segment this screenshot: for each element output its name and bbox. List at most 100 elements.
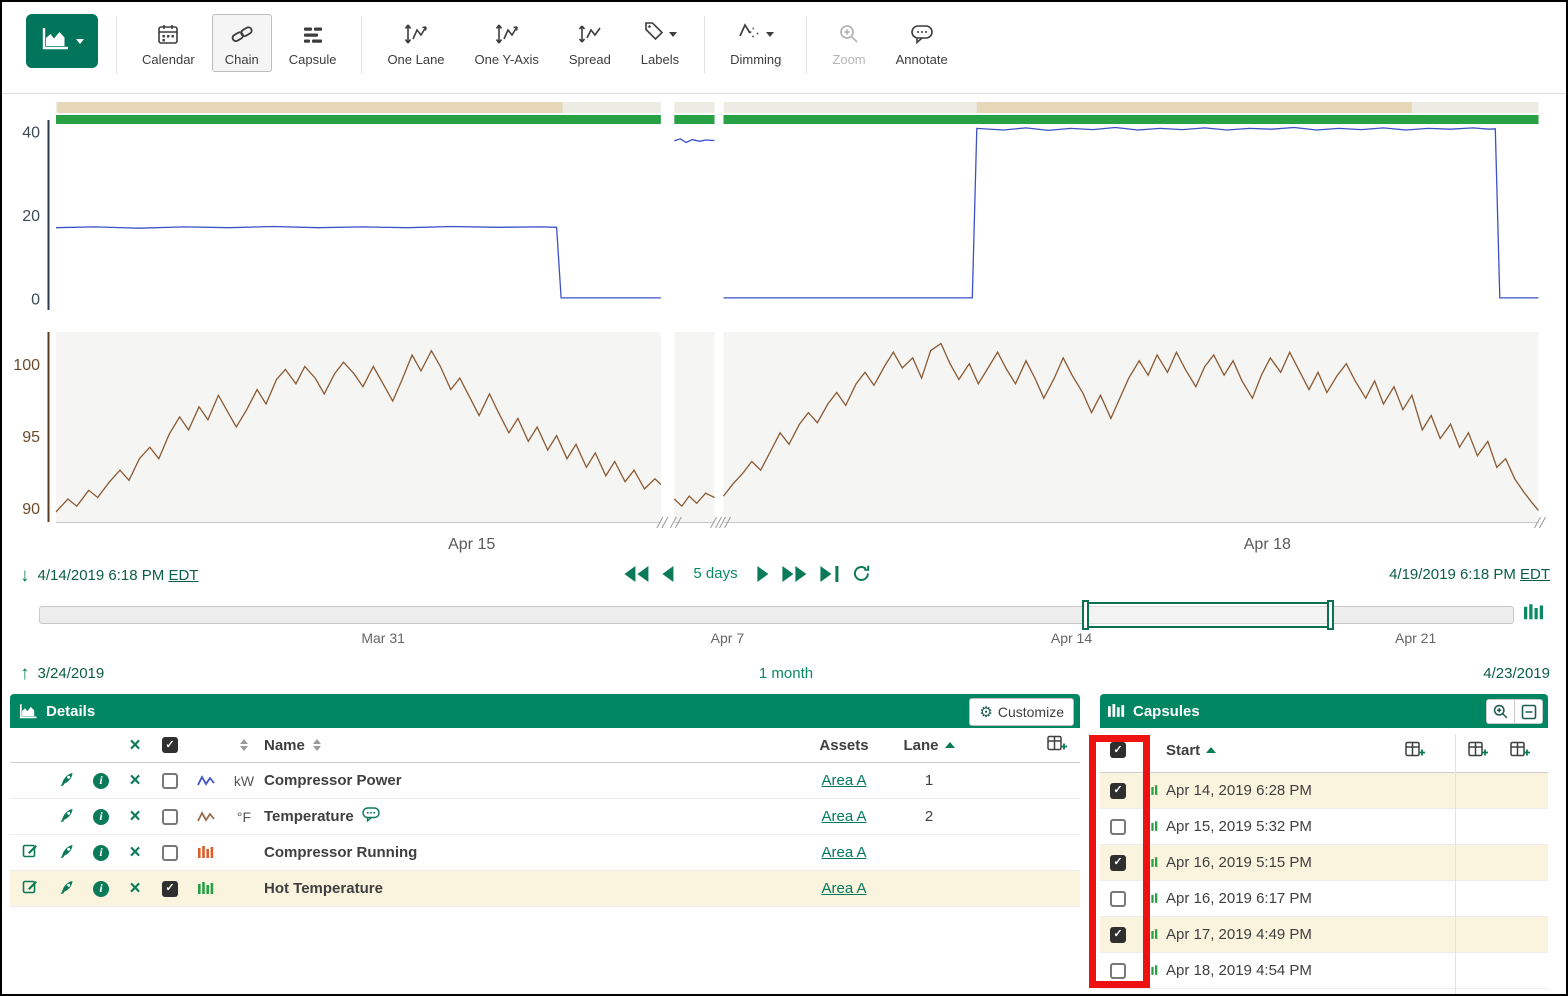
- zoom-to-capsule-button[interactable]: [1487, 700, 1514, 723]
- name-column-header[interactable]: Name: [264, 737, 305, 754]
- annotate-button[interactable]: Annotate: [883, 14, 961, 72]
- sort-name-icon[interactable]: [313, 739, 321, 751]
- range-start-arrow-icon[interactable]: ↓: [20, 566, 30, 585]
- row-checkbox[interactable]: [162, 809, 178, 825]
- info-icon[interactable]: i: [93, 809, 109, 825]
- condition-icon: [188, 882, 224, 896]
- step-forward-half-button[interactable]: [758, 566, 769, 582]
- remove-icon[interactable]: ×: [129, 771, 140, 790]
- row-checkbox[interactable]: [162, 773, 178, 789]
- add-column-icon[interactable]: [1047, 734, 1068, 757]
- asset-link[interactable]: Area A: [821, 880, 866, 897]
- capsule-row[interactable]: Apr 17, 2019 4:49 PM: [1100, 917, 1548, 953]
- capsule-row[interactable]: Apr 16, 2019 5:15 PM: [1100, 845, 1548, 881]
- capsule-checkbox[interactable]: [1110, 819, 1126, 835]
- item-name[interactable]: Compressor Running: [264, 844, 417, 861]
- labels-button[interactable]: Labels: [628, 14, 692, 72]
- table-row-compressor-running[interactable]: i × Compressor Running Area A: [10, 835, 1080, 871]
- start-column-header[interactable]: Start: [1166, 742, 1200, 759]
- select-all-capsules-checkbox[interactable]: [1110, 742, 1126, 758]
- capsule-checkbox[interactable]: [1110, 891, 1126, 907]
- step-forward-full-button[interactable]: [783, 566, 807, 582]
- chain-button[interactable]: Chain: [212, 14, 272, 72]
- edit-icon[interactable]: [22, 878, 39, 899]
- sort-type-icon[interactable]: [240, 739, 248, 751]
- rocket-icon[interactable]: [59, 879, 75, 899]
- calendar-button[interactable]: Calendar: [129, 14, 208, 72]
- capsule-checkbox[interactable]: [1110, 783, 1126, 799]
- timeline-selection-window[interactable]: [1085, 602, 1331, 628]
- capsule-checkbox[interactable]: [1110, 927, 1126, 943]
- info-icon[interactable]: i: [93, 881, 109, 897]
- auto-update-refresh-icon[interactable]: [853, 565, 872, 582]
- zoom-in-icon: [838, 21, 860, 45]
- investigate-end-date[interactable]: 4/23/2019: [1483, 665, 1550, 682]
- customize-button[interactable]: ⚙ Customize: [969, 698, 1074, 726]
- lane-column-header[interactable]: Lane: [903, 737, 938, 754]
- asset-link[interactable]: Area A: [821, 844, 866, 861]
- comment-bubble-icon[interactable]: [362, 807, 381, 826]
- info-icon[interactable]: i: [93, 845, 109, 861]
- end-timezone-link[interactable]: EDT: [1520, 566, 1550, 583]
- item-name[interactable]: Hot Temperature: [264, 880, 383, 897]
- select-all-checkbox[interactable]: [162, 737, 178, 753]
- chevron-down-icon: [766, 32, 774, 37]
- rocket-icon[interactable]: [59, 843, 75, 863]
- dimming-button[interactable]: Dimming: [717, 14, 794, 72]
- toolbar-separator: [116, 16, 117, 74]
- dimming-icon: [738, 20, 762, 45]
- zoom-button[interactable]: Zoom: [819, 14, 878, 72]
- step-to-now-button[interactable]: [821, 566, 839, 582]
- capsule-row[interactable]: Apr 16, 2019 6:17 PM: [1100, 881, 1548, 917]
- tag-icon: [643, 20, 665, 45]
- step-back-full-button[interactable]: [624, 566, 648, 582]
- row-checkbox[interactable]: [162, 845, 178, 861]
- one-y-axis-button[interactable]: One Y-Axis: [462, 14, 552, 72]
- remove-all-icon[interactable]: ×: [129, 736, 140, 755]
- display-range-end[interactable]: 4/19/2019 6:18 PM EDT: [1389, 566, 1550, 583]
- add-stat-column-icon[interactable]: [1468, 740, 1489, 764]
- remove-icon[interactable]: ×: [129, 843, 140, 862]
- sort-ascending-icon: [1206, 747, 1216, 753]
- display-range-start[interactable]: 4/14/2019 6:18 PM EDT: [38, 567, 199, 584]
- add-column-icon[interactable]: [1405, 740, 1426, 764]
- spread-button[interactable]: Spread: [556, 14, 624, 72]
- one-lane-button[interactable]: One Lane: [374, 14, 457, 72]
- asset-link[interactable]: Area A: [821, 808, 866, 825]
- row-checkbox[interactable]: [162, 881, 178, 897]
- investigate-duration[interactable]: 1 month: [2, 665, 1568, 682]
- svg-text:95: 95: [22, 429, 40, 446]
- collapse-panel-button[interactable]: [1514, 700, 1542, 723]
- one-y-axis-icon: [494, 21, 520, 45]
- toolbar-separator: [806, 16, 807, 74]
- remove-icon[interactable]: ×: [129, 879, 140, 898]
- view-selector-button[interactable]: [26, 14, 98, 68]
- info-icon[interactable]: i: [93, 773, 109, 789]
- rocket-icon[interactable]: [59, 807, 75, 827]
- capsule-row[interactable]: Apr 14, 2019 6:28 PM: [1100, 773, 1548, 809]
- capsule-row[interactable]: Apr 18, 2019 4:54 PM: [1100, 953, 1548, 989]
- rocket-icon[interactable]: [59, 771, 75, 791]
- capsule-checkbox[interactable]: [1110, 963, 1126, 979]
- item-name[interactable]: Compressor Power: [264, 772, 402, 789]
- item-name[interactable]: Temperature: [264, 808, 354, 825]
- table-row-hot-temperature[interactable]: i × Hot Temperature Area A: [10, 871, 1080, 907]
- table-row-compressor-power[interactable]: i × kW Compressor Power Area A 1: [10, 763, 1080, 799]
- capsule-time-icon: [302, 21, 324, 45]
- svg-text:90: 90: [22, 501, 40, 518]
- capsule-row[interactable]: Apr 15, 2019 5:32 PM: [1100, 809, 1548, 845]
- add-property-column-icon[interactable]: [1510, 740, 1531, 764]
- asset-link[interactable]: Area A: [821, 772, 866, 789]
- trend-chart[interactable]: 402001009590Apr 15Apr 18: [2, 94, 1568, 564]
- chain-icon: [230, 21, 254, 45]
- range-duration[interactable]: 5 days: [693, 565, 737, 582]
- assets-column-header[interactable]: Assets: [819, 737, 868, 754]
- capsule-button[interactable]: Capsule: [276, 14, 350, 72]
- start-timezone-link[interactable]: EDT: [168, 567, 198, 584]
- step-back-half-button[interactable]: [662, 566, 673, 582]
- table-row-temperature[interactable]: i × °F Temperature Area A 2: [10, 799, 1080, 835]
- edit-icon[interactable]: [22, 842, 39, 863]
- capsule-checkbox[interactable]: [1110, 855, 1126, 871]
- remove-icon[interactable]: ×: [129, 807, 140, 826]
- timeline-capsules-icon[interactable]: [1524, 604, 1544, 627]
